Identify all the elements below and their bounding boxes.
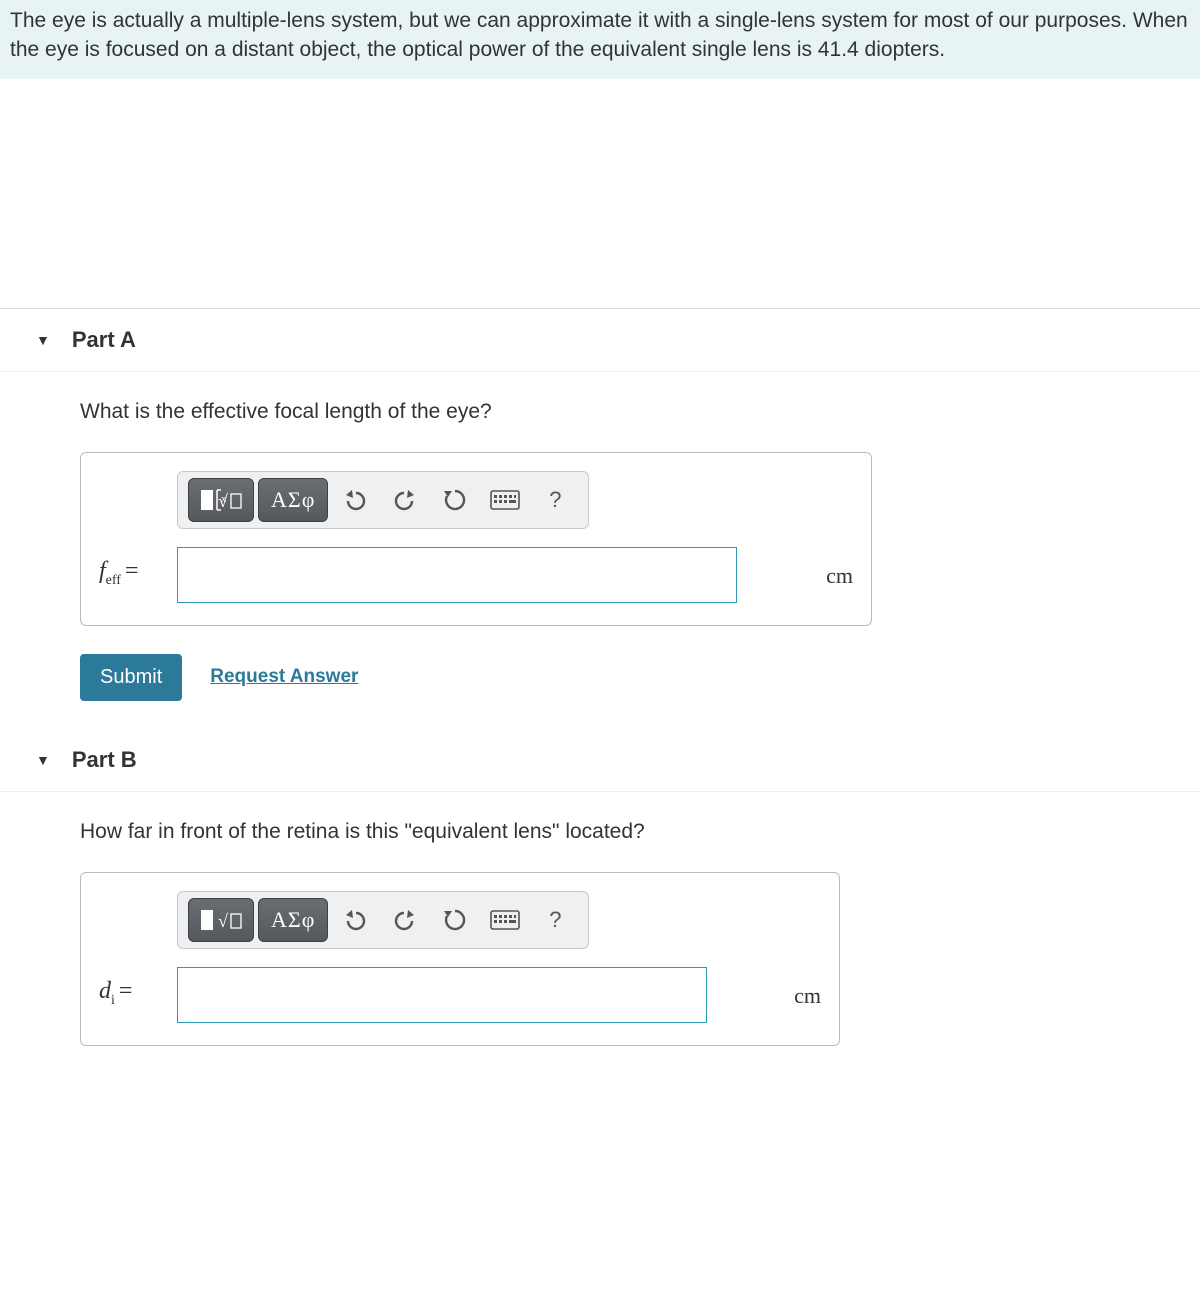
undo-icon[interactable] [332, 478, 378, 522]
redo-icon[interactable] [382, 478, 428, 522]
part-a-question: What is the effective focal length of th… [80, 400, 1200, 424]
svg-text:√: √ [218, 491, 228, 511]
keyboard-icon[interactable] [482, 898, 528, 942]
spacer [0, 79, 1200, 309]
undo-icon[interactable] [332, 898, 378, 942]
svg-text:√: √ [218, 911, 228, 931]
caret-down-icon: ▼ [36, 332, 50, 348]
reset-icon[interactable] [432, 478, 478, 522]
part-b-answer-input[interactable] [177, 967, 707, 1023]
part-a-title: Part A [72, 327, 136, 353]
templates-icon[interactable]: x √ [188, 478, 254, 522]
part-a-header[interactable]: ▼ Part A [0, 309, 1200, 372]
part-a-toolbar: x √ ΑΣφ [177, 471, 589, 529]
part-a-variable-label: feff= [99, 558, 177, 603]
part-b-answer-frame: di= √ ΑΣφ [80, 872, 840, 1046]
part-b-toolbar: √ ΑΣφ ? [177, 891, 589, 949]
part-a-answer-input[interactable] [177, 547, 737, 603]
caret-down-icon: ▼ [36, 752, 50, 768]
help-icon[interactable]: ? [532, 478, 578, 522]
part-b-title: Part B [72, 747, 137, 773]
part-b-unit: cm [770, 983, 821, 1023]
reset-icon[interactable] [432, 898, 478, 942]
part-b-body: How far in front of the retina is this "… [0, 792, 1200, 1074]
help-icon[interactable]: ? [532, 898, 578, 942]
templates-icon[interactable]: √ [188, 898, 254, 942]
part-b-header[interactable]: ▼ Part B [0, 729, 1200, 792]
request-answer-link[interactable]: Request Answer [210, 666, 358, 688]
submit-button[interactable]: Submit [80, 654, 182, 701]
part-b-variable-label: di= [99, 978, 177, 1023]
problem-intro: The eye is actually a multiple-lens syst… [0, 0, 1200, 79]
part-a-body: What is the effective focal length of th… [0, 372, 1200, 729]
greek-symbols-button[interactable]: ΑΣφ [258, 478, 328, 522]
redo-icon[interactable] [382, 898, 428, 942]
greek-symbols-button[interactable]: ΑΣφ [258, 898, 328, 942]
keyboard-icon[interactable] [482, 478, 528, 522]
part-b-question: How far in front of the retina is this "… [80, 820, 1200, 844]
part-a-answer-frame: feff= x √ ΑΣφ [80, 452, 872, 626]
part-a-unit: cm [802, 563, 853, 603]
